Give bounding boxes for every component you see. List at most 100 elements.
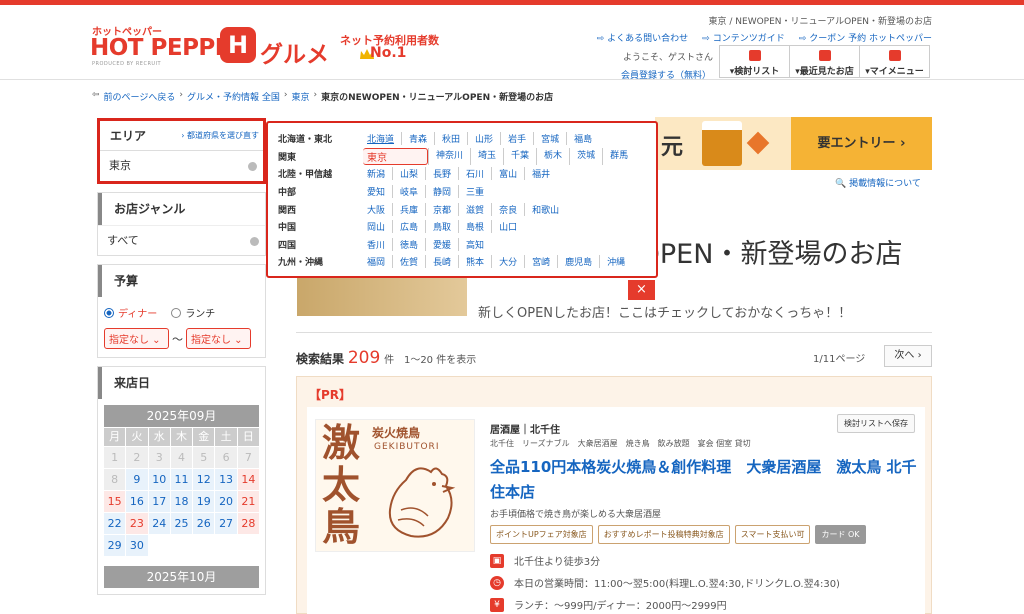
breadcrumb-item-tokyo[interactable]: 東京 bbox=[291, 90, 309, 103]
prefecture-link[interactable]: 宮城 bbox=[533, 132, 566, 146]
faq-link[interactable]: ⇨ よくある問い合わせ bbox=[597, 31, 689, 44]
next-page-button[interactable]: 次へ › bbox=[884, 345, 932, 367]
lunch-radio[interactable]: ランチ bbox=[171, 305, 215, 320]
calendar-day[interactable]: 11 bbox=[170, 469, 193, 490]
prefecture-link[interactable]: 山形 bbox=[467, 132, 500, 146]
prefecture-link[interactable]: 新潟 bbox=[363, 167, 392, 180]
prefecture-link[interactable]: 沖縄 bbox=[599, 255, 632, 269]
prefecture-link[interactable]: 高知 bbox=[458, 237, 491, 251]
prefecture-link[interactable]: 大分 bbox=[491, 255, 524, 269]
gourmet-h-icon[interactable]: H bbox=[220, 27, 256, 63]
prefecture-link[interactable]: 愛媛 bbox=[425, 237, 458, 251]
prefecture-link[interactable]: 島根 bbox=[458, 220, 491, 234]
prefecture-link[interactable]: 秋田 bbox=[434, 132, 467, 146]
prefecture-link[interactable]: 岐阜 bbox=[392, 185, 425, 199]
prefecture-link[interactable]: 福岡 bbox=[363, 255, 392, 268]
prefecture-link[interactable]: 徳島 bbox=[392, 237, 425, 251]
prefecture-link[interactable]: 山梨 bbox=[392, 167, 425, 181]
prefecture-link[interactable]: 北海道 bbox=[363, 132, 401, 145]
coupon-link[interactable]: ⇨ クーポン 予約 ホットペッパー bbox=[799, 31, 932, 44]
back-link[interactable]: 前のページへ戻る bbox=[104, 90, 176, 103]
my-menu-button[interactable]: ▾マイメニュー bbox=[859, 45, 930, 78]
gourmet-logo[interactable]: グルメ bbox=[260, 35, 329, 69]
promo-banner[interactable]: 元 要エントリー › bbox=[655, 117, 932, 170]
calendar-day[interactable]: 23 bbox=[126, 513, 148, 534]
calendar-day[interactable]: 15 bbox=[104, 491, 126, 512]
prefecture-link[interactable]: 栃木 bbox=[536, 147, 569, 165]
calendar-day[interactable]: 14 bbox=[237, 469, 259, 490]
calendar-day[interactable]: 25 bbox=[170, 513, 193, 534]
budget-min-select[interactable]: 指定なし ⌄ bbox=[104, 328, 169, 349]
prefecture-link[interactable]: 千葉 bbox=[503, 147, 536, 165]
prefecture-link[interactable]: 熊本 bbox=[458, 255, 491, 269]
posting-info-link[interactable]: 🔍 掲載情報について bbox=[835, 176, 921, 189]
prefecture-link[interactable]: 青森 bbox=[401, 132, 434, 146]
prefecture-link[interactable]: 埼玉 bbox=[470, 147, 503, 165]
area-select-field[interactable]: 東京 bbox=[100, 151, 263, 181]
calendar-day[interactable]: 22 bbox=[104, 513, 126, 534]
prefecture-link[interactable]: 三重 bbox=[458, 185, 491, 199]
prefecture-link[interactable]: 福井 bbox=[524, 167, 557, 181]
lunch-label: ランチ bbox=[185, 309, 216, 320]
prefecture-link[interactable]: 兵庫 bbox=[392, 202, 425, 216]
calendar-day[interactable]: 29 bbox=[104, 535, 126, 556]
shop-name-link[interactable]: 全品110円本格炭火焼鳥＆創作料理 大衆居酒屋 激太鳥 北千住本店 bbox=[490, 455, 920, 505]
prefecture-link[interactable]: 東京 bbox=[363, 147, 428, 165]
calendar-day[interactable]: 18 bbox=[170, 491, 193, 512]
prefecture-link[interactable]: 香川 bbox=[363, 238, 392, 251]
prefecture-link[interactable]: 鳥取 bbox=[425, 220, 458, 234]
prefecture-link[interactable]: 鹿児島 bbox=[557, 255, 599, 269]
prefecture-link[interactable]: 長崎 bbox=[425, 255, 458, 269]
prefecture-link[interactable]: 滋賀 bbox=[458, 202, 491, 216]
prefecture-link[interactable]: 茨城 bbox=[569, 147, 602, 165]
calendar-day[interactable]: 10 bbox=[148, 469, 170, 490]
calendar-day[interactable]: 17 bbox=[148, 491, 170, 512]
prefecture-link[interactable]: 静岡 bbox=[425, 185, 458, 199]
budget-max-value: 指定なし bbox=[191, 335, 231, 346]
calendar-empty-cell bbox=[148, 535, 170, 556]
dinner-radio[interactable]: ディナー bbox=[104, 305, 157, 320]
review-list-button[interactable]: ▾検討リスト bbox=[719, 45, 790, 78]
register-link[interactable]: 会員登録する（無料） bbox=[621, 68, 711, 81]
prefecture-link[interactable]: 広島 bbox=[392, 220, 425, 234]
prefecture-link[interactable]: 大阪 bbox=[363, 203, 392, 216]
prefecture-link[interactable]: 長野 bbox=[425, 167, 458, 181]
breadcrumb-item-national[interactable]: グルメ・予約情報 全国 bbox=[187, 90, 280, 103]
prefecture-link[interactable]: 群馬 bbox=[602, 147, 635, 165]
calendar-day[interactable]: 28 bbox=[237, 513, 259, 534]
calendar-day: 2 bbox=[126, 447, 148, 468]
shop-image[interactable]: 激太鳥 炭火焼鳥 GEKIBUTORI bbox=[315, 419, 475, 552]
prefecture-link[interactable]: 神奈川 bbox=[428, 147, 470, 165]
budget-max-select[interactable]: 指定なし ⌄ bbox=[186, 328, 251, 349]
calendar-day[interactable]: 12 bbox=[193, 469, 215, 490]
calendar-day[interactable]: 19 bbox=[193, 491, 215, 512]
calendar-day[interactable]: 16 bbox=[126, 491, 148, 512]
calendar-day[interactable]: 21 bbox=[237, 491, 259, 512]
calendar-day[interactable]: 24 bbox=[148, 513, 170, 534]
calendar-day[interactable]: 26 bbox=[193, 513, 215, 534]
calendar-day[interactable]: 27 bbox=[215, 513, 237, 534]
prefecture-link[interactable]: 山口 bbox=[491, 220, 524, 234]
prefecture-link[interactable]: 和歌山 bbox=[524, 202, 566, 216]
prefecture-link[interactable]: 愛知 bbox=[363, 185, 392, 198]
prefecture-link[interactable]: 宮崎 bbox=[524, 255, 557, 269]
prefecture-link[interactable]: 石川 bbox=[458, 167, 491, 181]
calendar-day[interactable]: 20 bbox=[215, 491, 237, 512]
recently-viewed-button[interactable]: ▾最近見たお店 bbox=[789, 45, 860, 78]
calendar-day[interactable]: 30 bbox=[126, 535, 148, 556]
reselect-prefecture-link[interactable]: › 都道府県を選び直す bbox=[181, 121, 259, 151]
prefecture-link[interactable]: 奈良 bbox=[491, 202, 524, 216]
calendar-day[interactable]: 9 bbox=[126, 469, 148, 490]
prefecture-link[interactable]: 岡山 bbox=[363, 220, 392, 233]
prefecture-link[interactable]: 岩手 bbox=[500, 132, 533, 146]
prefecture-link[interactable]: 富山 bbox=[491, 167, 524, 181]
calendar-day[interactable]: 13 bbox=[215, 469, 237, 490]
save-to-list-button[interactable]: 検討リストへ保存 bbox=[837, 414, 915, 433]
close-icon[interactable]: × bbox=[628, 280, 655, 300]
hero-image bbox=[297, 276, 467, 316]
genre-select-field[interactable]: すべて bbox=[98, 225, 265, 255]
prefecture-link[interactable]: 福島 bbox=[566, 132, 599, 146]
content-guide-link[interactable]: ⇨ コンテンツガイド bbox=[702, 31, 785, 44]
prefecture-link[interactable]: 京都 bbox=[425, 202, 458, 216]
prefecture-link[interactable]: 佐賀 bbox=[392, 255, 425, 269]
